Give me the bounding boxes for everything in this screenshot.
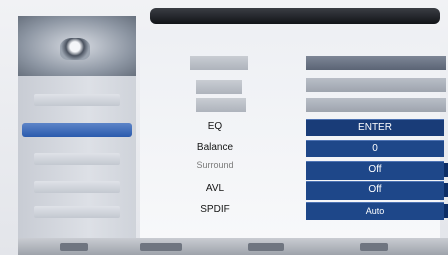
surround-label: Surround bbox=[196, 160, 234, 170]
sidebar-item-lock[interactable] bbox=[34, 206, 120, 218]
sidebar-item-sound[interactable] bbox=[22, 123, 132, 137]
sound-mode-label bbox=[190, 56, 248, 70]
surround-value[interactable]: Off bbox=[306, 161, 444, 180]
treble-value[interactable] bbox=[306, 78, 446, 92]
eq-label: EQ bbox=[207, 121, 223, 132]
help-chip bbox=[360, 243, 388, 251]
spdif-value[interactable]: Auto bbox=[306, 202, 444, 220]
home-icon bbox=[60, 38, 90, 60]
help-chip bbox=[248, 243, 284, 251]
treble-label bbox=[196, 80, 242, 94]
balance-label: Balance bbox=[196, 142, 234, 153]
spdif-label: SPDIF bbox=[200, 204, 230, 215]
sound-mode-value[interactable] bbox=[306, 56, 446, 70]
bass-label bbox=[196, 98, 246, 112]
help-chip bbox=[60, 243, 88, 251]
bass-value[interactable] bbox=[306, 98, 446, 112]
avl-edge bbox=[444, 183, 448, 197]
balance-value[interactable]: 0 bbox=[306, 140, 444, 157]
surround-edge bbox=[444, 163, 448, 177]
sidebar-item-channel[interactable] bbox=[34, 153, 120, 165]
eq-enter-button[interactable]: ENTER bbox=[306, 119, 444, 136]
top-title-bar bbox=[150, 8, 440, 24]
spdif-edge bbox=[444, 204, 448, 218]
sidebar-item-setup[interactable] bbox=[34, 181, 120, 193]
avl-value[interactable]: Off bbox=[306, 181, 444, 200]
sidebar-item-picture[interactable] bbox=[34, 94, 120, 106]
help-chip bbox=[140, 243, 182, 251]
avl-label: AVL bbox=[205, 183, 225, 194]
